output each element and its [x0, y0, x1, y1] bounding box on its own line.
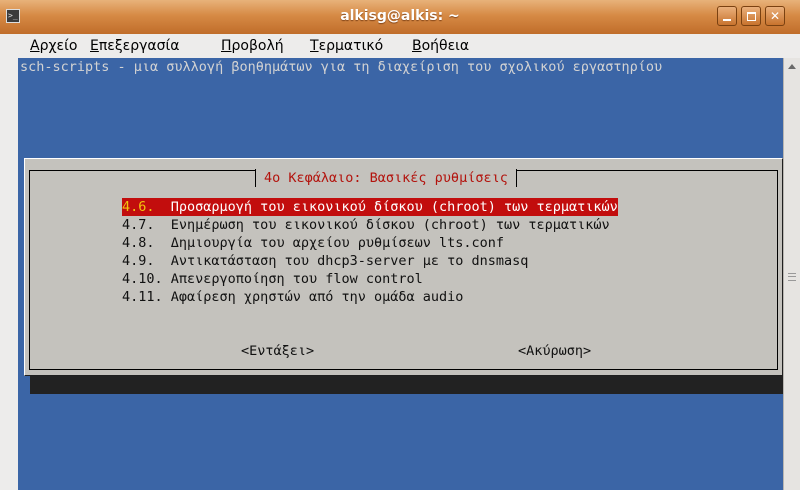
dialog-shadow	[30, 376, 783, 394]
menu-file[interactable]: Αρχείο	[30, 38, 77, 54]
menu-terminal[interactable]: Τερματικό	[310, 38, 383, 54]
window-title: alkisg@alkis: ~	[340, 8, 460, 24]
menu-view[interactable]: Προβολή	[221, 38, 284, 54]
menu-bar: Αρχείο Επεξεργασία Προβολή Τερματικό Βοή…	[0, 34, 800, 58]
minimize-button[interactable]	[717, 6, 737, 26]
maximize-button[interactable]	[741, 6, 761, 26]
menu-list: 4.6. Προσαρμογή του εικονικού δίσκου (ch…	[122, 198, 618, 306]
list-item[interactable]: 4.11. Αφαίρεση χρηστών από την ομάδα aud…	[122, 288, 618, 306]
menu-help[interactable]: Βοήθεια	[412, 38, 469, 54]
list-item[interactable]: 4.8. Δημιουργία του αρχείου ρυθμίσεων lt…	[122, 234, 618, 252]
title-bar[interactable]: >_ alkisg@alkis: ~ ✕	[0, 0, 800, 35]
menu-dialog: 4ο Κεφάλαιο: Βασικές ρυθμίσεις 4.6. Προσ…	[24, 158, 783, 376]
list-item[interactable]: 4.6. Προσαρμογή του εικονικού δίσκου (ch…	[122, 198, 618, 216]
terminal-window: >_ alkisg@alkis: ~ ✕ Αρχείο Επεξεργασία …	[0, 0, 800, 490]
dialog-title: 4ο Κεφάλαιο: Βασικές ρυθμίσεις	[255, 169, 517, 187]
scroll-grip-icon[interactable]	[788, 273, 796, 281]
menu-edit[interactable]: Επεξεργασία	[90, 38, 179, 54]
ok-button[interactable]: <Εντάξει>	[241, 343, 314, 359]
cancel-button[interactable]: <Ακύρωση>	[518, 343, 591, 359]
dialog-frame: 4ο Κεφάλαιο: Βασικές ρυθμίσεις 4.6. Προσ…	[29, 169, 778, 370]
close-button[interactable]: ✕	[765, 6, 785, 26]
list-item[interactable]: 4.7. Ενημέρωση του εικονικού δίσκου (chr…	[122, 216, 618, 234]
terminal-screen[interactable]: sch-scripts - μια συλλογή βοηθημάτων για…	[18, 58, 783, 490]
backtitle: sch-scripts - μια συλλογή βοηθημάτων για…	[20, 59, 663, 75]
list-item[interactable]: 4.9. Αντικατάσταση του dhcp3-server με τ…	[122, 252, 618, 270]
scroll-up-arrow-icon[interactable]	[788, 64, 796, 69]
list-item[interactable]: 4.10. Απενεργοποίηση του flow control	[122, 270, 618, 288]
vertical-scrollbar[interactable]	[783, 58, 800, 490]
